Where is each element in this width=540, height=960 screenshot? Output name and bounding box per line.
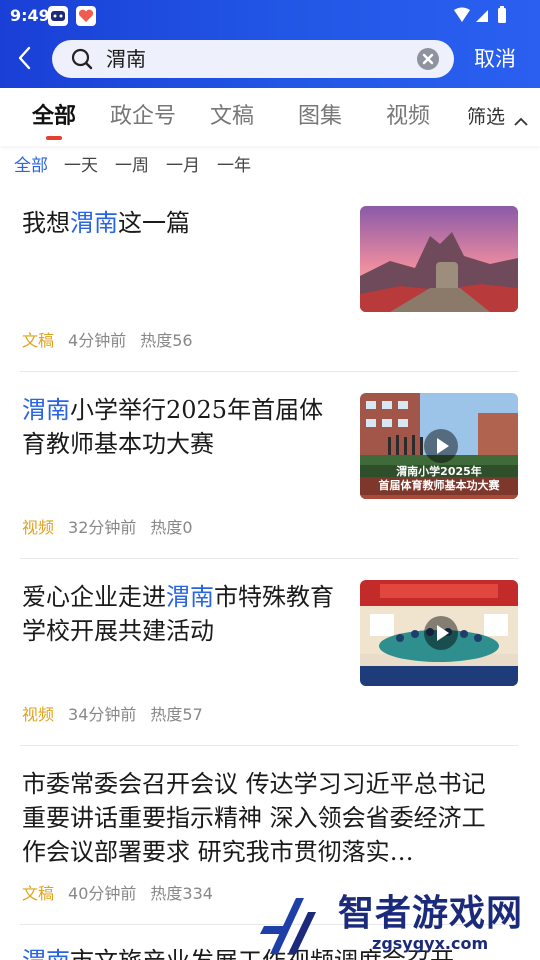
- close-icon: [422, 53, 434, 65]
- news-meta: 视频 34分钟前 热度57: [22, 704, 203, 726]
- search-field[interactable]: 渭南: [52, 40, 454, 78]
- divider: [20, 558, 518, 559]
- news-meta: 文稿 4分钟前 热度56: [22, 330, 193, 352]
- time-filter-year[interactable]: 一年: [217, 154, 251, 178]
- status-bar: 9:49: [0, 0, 540, 32]
- status-time: 9:49: [10, 6, 50, 25]
- news-thumbnail[interactable]: [360, 206, 518, 312]
- time-filter-week[interactable]: 一周: [115, 154, 149, 178]
- play-icon[interactable]: [424, 429, 458, 463]
- news-meta: 视频 32分钟前 热度0: [22, 517, 193, 539]
- back-arrow-icon: [18, 46, 31, 70]
- news-title[interactable]: 我想渭南这一篇: [22, 206, 338, 240]
- back-button[interactable]: [12, 40, 40, 76]
- category-tabs: 全部 政企号 文稿 图集 视频 筛选: [0, 88, 540, 146]
- news-title[interactable]: 市委常委会召开会议 传达学习习近平总书记重要讲话重要指示精神 深入领会省委经济工…: [22, 767, 500, 869]
- tab-videos[interactable]: 视频: [386, 102, 430, 132]
- news-title[interactable]: 渭南小学举行2025年首届体育教师基本功大赛: [22, 393, 338, 461]
- content-type-tag: 视频: [22, 705, 55, 724]
- publish-time: 34分钟前: [68, 705, 137, 724]
- content-type-tag: 文稿: [22, 884, 55, 903]
- content-type-tag: 视频: [22, 518, 55, 537]
- divider: [20, 371, 518, 372]
- publish-time: 40分钟前: [68, 884, 137, 903]
- list-item[interactable]: 爱心企业走进渭南市特殊教育学校开展共建活动 视频 34分钟前 热度57: [20, 580, 518, 746]
- heat-count: 热度56: [140, 331, 193, 350]
- cancel-button[interactable]: 取消: [474, 44, 516, 74]
- time-filter-day[interactable]: 一天: [64, 154, 98, 178]
- header-bar: 9:49 渭南 取消: [0, 0, 540, 88]
- publish-time: 32分钟前: [68, 518, 137, 537]
- watermark-logo-icon: [260, 898, 316, 954]
- search-input[interactable]: 渭南: [106, 46, 146, 72]
- filter-button[interactable]: 筛选: [467, 104, 505, 130]
- heat-count: 热度0: [150, 518, 193, 537]
- list-item[interactable]: 渭南小学举行2025年首届体育教师基本功大赛 渭南小学2025年 首届体育教师基…: [20, 393, 518, 559]
- time-filter-bar: 全部 一天 一周 一月 一年: [0, 152, 540, 180]
- tab-gov-enterprise[interactable]: 政企号: [110, 102, 176, 132]
- heat-count: 热度334: [150, 884, 213, 903]
- health-app-icon: [76, 6, 96, 26]
- news-meta: 文稿 40分钟前 热度334: [22, 883, 213, 905]
- list-item[interactable]: 我想渭南这一篇 文稿 4分钟前 热度56: [20, 206, 518, 372]
- publish-time: 4分钟前: [68, 331, 127, 350]
- active-tab-indicator: [46, 136, 62, 140]
- tab-all[interactable]: 全部: [32, 102, 76, 132]
- video-thumbnail[interactable]: [360, 580, 518, 686]
- tab-articles[interactable]: 文稿: [210, 102, 254, 132]
- watermark-name: 智者游戏网: [338, 893, 524, 934]
- status-icons: [452, 6, 512, 30]
- search-icon: [70, 47, 94, 71]
- clear-search-button[interactable]: [417, 48, 439, 70]
- time-filter-month[interactable]: 一月: [166, 154, 200, 178]
- play-icon[interactable]: [424, 616, 458, 650]
- heat-count: 热度57: [150, 705, 203, 724]
- site-watermark: 智者游戏网 zgsygyx.com: [260, 890, 540, 960]
- watermark-url: zgsygyx.com: [372, 934, 489, 953]
- news-title[interactable]: 爱心企业走进渭南市特殊教育学校开展共建活动: [22, 580, 338, 648]
- content-type-tag: 文稿: [22, 331, 55, 350]
- app-notification-icon: [48, 6, 68, 26]
- chevron-up-icon[interactable]: [514, 112, 528, 126]
- tab-galleries[interactable]: 图集: [298, 102, 342, 132]
- video-thumbnail[interactable]: 渭南小学2025年 首届体育教师基本功大赛: [360, 393, 518, 499]
- time-filter-all[interactable]: 全部: [14, 154, 48, 178]
- divider: [20, 745, 518, 746]
